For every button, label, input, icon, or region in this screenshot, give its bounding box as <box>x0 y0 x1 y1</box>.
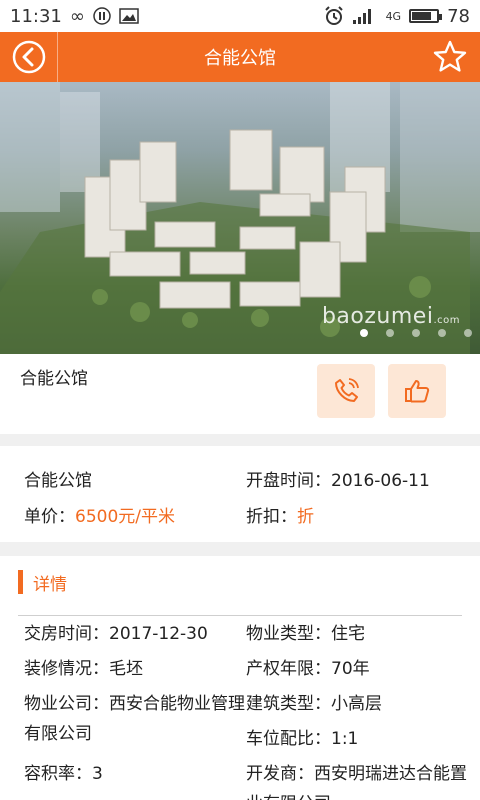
top-nav-bar: 合能公馆 <box>0 32 480 82</box>
property-title-card: 合能公馆 <box>0 354 480 434</box>
open-date-label: 开盘时间： <box>246 471 331 491</box>
detail-label: 建筑类型： <box>246 694 331 714</box>
watermark-text: baozumei <box>321 304 434 329</box>
detail-parking-ratio: 车位配比：1:1 <box>246 724 358 754</box>
infinity-icon: ∞ <box>69 5 85 27</box>
carousel-dot[interactable] <box>438 329 446 337</box>
favorite-button[interactable] <box>430 37 470 77</box>
details-section-header: 详情 <box>18 570 67 595</box>
detail-value: 1:1 <box>331 729 359 749</box>
battery-icon <box>409 9 443 23</box>
detail-label: 车位配比： <box>246 729 331 749</box>
discount-label: 折扣： <box>246 507 297 527</box>
detail-decoration: 装修情况：毛坯 <box>24 654 143 684</box>
carousel-dot[interactable] <box>386 329 394 337</box>
summary-card: 合能公馆 开盘时间：2016-06-11 单价：6500元/平米 折扣：折 <box>0 446 480 542</box>
details-card: 详情 交房时间：2017-12-30 物业类型：住宅 装修情况：毛坯 产权年限：… <box>0 556 480 800</box>
carousel-dot[interactable] <box>464 329 472 337</box>
property-name: 合能公馆 <box>20 369 88 389</box>
page-title: 合能公馆 <box>204 48 276 69</box>
section-title: 详情 <box>33 574 67 595</box>
detail-property-term: 产权年限：70年 <box>246 654 370 684</box>
like-button[interactable] <box>388 364 446 418</box>
unit-price-label: 单价： <box>24 507 75 527</box>
alarm-icon <box>324 6 344 26</box>
detail-value: 3 <box>92 764 103 784</box>
section-divider <box>18 615 462 616</box>
section-accent-bar <box>18 570 23 594</box>
detail-property-type: 物业类型：住宅 <box>246 619 365 649</box>
signal-icon <box>352 7 378 25</box>
carousel-indicator <box>360 329 472 337</box>
detail-building-type: 建筑类型：小高层 <box>246 689 382 719</box>
star-icon <box>433 40 467 72</box>
status-time: 11:31 <box>10 5 62 27</box>
detail-label: 物业公司： <box>24 694 109 714</box>
discount-value: 折 <box>297 507 314 527</box>
discount: 折扣：折 <box>246 502 314 527</box>
summary-name: 合能公馆 <box>24 471 92 491</box>
property-image-carousel[interactable]: baozumei.com <box>0 82 480 354</box>
network-type: 4G <box>385 9 402 23</box>
call-button[interactable] <box>317 364 375 418</box>
watermark: baozumei.com <box>322 304 460 329</box>
detail-label: 容积率： <box>24 764 92 784</box>
detail-label: 产权年限： <box>246 659 331 679</box>
detail-label: 开发商： <box>246 764 314 784</box>
detail-plot-ratio: 容积率：3 <box>24 759 103 789</box>
detail-value: 毛坯 <box>109 659 143 679</box>
status-bar: 11:31 ∞ 4G 78 <box>0 0 480 32</box>
detail-value: 70年 <box>331 659 370 679</box>
detail-delivery-date: 交房时间：2017-12-30 <box>24 619 208 649</box>
detail-label: 交房时间： <box>24 624 109 644</box>
pause-icon <box>93 7 111 25</box>
detail-value: 2017-12-30 <box>109 624 208 644</box>
detail-value: 住宅 <box>331 624 365 644</box>
watermark-suffix: .com <box>433 315 460 326</box>
battery-percent: 78 <box>447 5 470 27</box>
carousel-dot[interactable] <box>360 329 368 337</box>
back-button[interactable] <box>0 32 58 82</box>
detail-property-company: 物业公司：西安合能物业管理有限公司 <box>24 689 246 749</box>
thumbs-up-icon <box>405 380 430 403</box>
carousel-dot[interactable] <box>412 329 420 337</box>
detail-developer: 开发商：西安明瑞进达合能置业有限公司 <box>246 759 468 800</box>
detail-label: 装修情况： <box>24 659 109 679</box>
phone-icon <box>335 378 359 402</box>
detail-value: 小高层 <box>331 694 382 714</box>
back-arrow-icon <box>12 40 45 74</box>
unit-price: 单价：6500元/平米 <box>24 502 175 527</box>
unit-price-value: 6500元/平米 <box>75 507 175 527</box>
image-icon <box>119 8 139 24</box>
open-date-value: 2016-06-11 <box>331 471 430 491</box>
detail-label: 物业类型： <box>246 624 331 644</box>
open-date: 开盘时间：2016-06-11 <box>246 466 430 491</box>
